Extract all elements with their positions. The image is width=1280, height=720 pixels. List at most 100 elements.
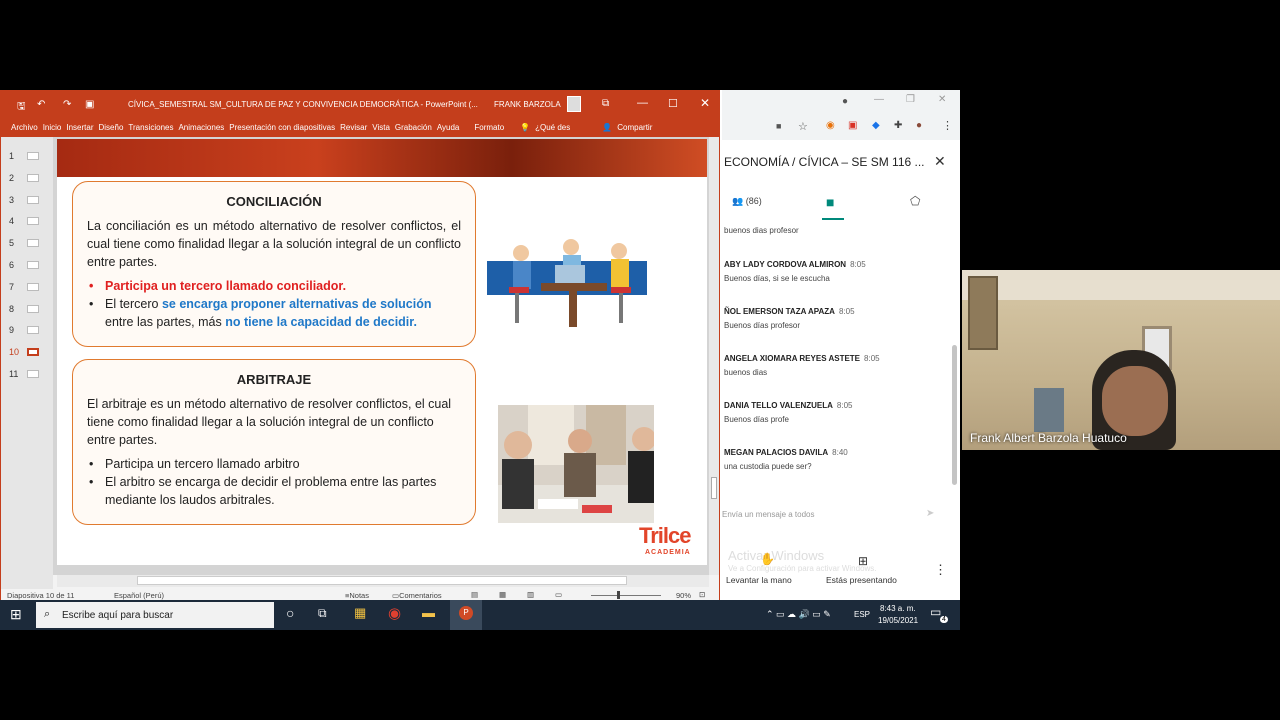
taskbar-search[interactable]: ⌕ Escribe aquí para buscar bbox=[36, 602, 274, 628]
slide-thumbnail[interactable] bbox=[27, 326, 39, 335]
sender-name: ABY LADY CORDOVA ALMIRON bbox=[724, 260, 847, 269]
tab-archivo[interactable]: Archivo bbox=[11, 123, 38, 132]
close-panel-icon[interactable]: ✕ bbox=[934, 153, 946, 170]
language-indicator[interactable]: ESP bbox=[854, 610, 870, 619]
chat-scrollbar[interactable] bbox=[952, 345, 957, 485]
slideshow-icon[interactable]: ▭ bbox=[555, 590, 562, 599]
windows-taskbar: ⊞ ⌕ Escribe aquí para buscar ○ ⧉ ▦ ◉ ▬ P… bbox=[0, 600, 960, 630]
close-icon[interactable]: ✕ bbox=[938, 94, 946, 105]
slide-canvas[interactable]: CONCILIACIÓN La conciliación es un métod… bbox=[57, 139, 707, 565]
profile-icon[interactable]: ● bbox=[842, 96, 848, 107]
powerpoint-window: 🖫 ↶ ↷ ▣ CÍVICA_SEMESTRAL SM_CULTURA DE P… bbox=[0, 90, 720, 603]
tab-formato[interactable]: Formato bbox=[474, 123, 504, 132]
undo-icon[interactable]: ↶ bbox=[37, 99, 45, 110]
hand-icon[interactable]: ✋ bbox=[760, 552, 775, 566]
close-button[interactable]: ✕ bbox=[700, 96, 710, 110]
file-explorer-icon[interactable]: ▬ bbox=[422, 605, 435, 620]
tab-presentacion[interactable]: Presentación con diapositivas bbox=[229, 123, 335, 132]
zoom-slider-thumb[interactable] bbox=[617, 591, 620, 599]
slide-thumbnail[interactable] bbox=[27, 173, 39, 182]
windows-start-icon[interactable]: ⊞ bbox=[10, 606, 22, 623]
slide-thumbnail[interactable] bbox=[27, 282, 39, 291]
tell-me-input[interactable]: ¿Qué des bbox=[535, 123, 570, 132]
slide-thumbnail[interactable] bbox=[27, 261, 39, 269]
slide-thumbnail[interactable] bbox=[27, 239, 39, 248]
scroll-thumb[interactable] bbox=[711, 477, 717, 499]
clock-time[interactable]: 8:43 a. m. bbox=[880, 604, 916, 613]
account-avatar[interactable] bbox=[567, 96, 581, 112]
menu-icon[interactable]: ⋮ bbox=[942, 119, 953, 132]
reading-view-icon[interactable]: ▥ bbox=[527, 590, 534, 599]
slide-editor: CONCILIACIÓN La conciliación es un métod… bbox=[53, 137, 709, 575]
tab-diseno[interactable]: Diseño bbox=[99, 123, 124, 132]
slide-thumbnail[interactable] bbox=[27, 370, 39, 378]
message-time: 8:05 bbox=[864, 354, 880, 363]
raise-hand-button[interactable]: Levantar la mano bbox=[726, 575, 792, 585]
extension-icon[interactable]: ◉ bbox=[826, 120, 835, 131]
more-options-icon[interactable]: ⋮ bbox=[934, 562, 947, 578]
send-icon[interactable]: ➤ bbox=[926, 508, 934, 519]
tab-grabacion[interactable]: Grabación bbox=[395, 123, 432, 132]
chat-input[interactable]: Envía un mensaje a todos bbox=[722, 510, 815, 519]
tab-insertar[interactable]: Insertar bbox=[66, 123, 93, 132]
ceiling bbox=[962, 270, 1280, 300]
conciliation-illustration bbox=[487, 239, 647, 327]
vertical-scrollbar[interactable] bbox=[709, 137, 719, 575]
ribbon-display-icon[interactable]: ⧉ bbox=[602, 98, 609, 109]
wall-ornament bbox=[1034, 388, 1064, 432]
extension-icon[interactable]: ▣ bbox=[848, 120, 857, 131]
presenting-button[interactable]: Estás presentando bbox=[826, 575, 897, 585]
camera-ext-icon[interactable]: ■ bbox=[776, 121, 781, 131]
chrome-icon[interactable]: ◉ bbox=[388, 604, 401, 622]
task-view-icon[interactable]: ⧉ bbox=[318, 606, 327, 621]
share-button[interactable]: Compartir bbox=[617, 123, 652, 132]
slide-thumbnail[interactable] bbox=[27, 304, 39, 313]
thumbnail-number: 8 bbox=[9, 303, 15, 314]
notes-button[interactable]: ≡ Notas bbox=[345, 591, 369, 600]
star-icon[interactable]: ☆ bbox=[798, 120, 808, 133]
activities-icon[interactable]: ⬠ bbox=[910, 194, 920, 208]
maximize-button[interactable]: ☐ bbox=[668, 97, 678, 110]
system-tray-icons[interactable]: ⌃ ▭ ☁ 🔊 ▭ ✎ bbox=[766, 609, 831, 620]
tab-transiciones[interactable]: Transiciones bbox=[128, 123, 173, 132]
horizontal-scrollbar[interactable] bbox=[57, 575, 709, 587]
desktop-screen: 🖫 ↶ ↷ ▣ CÍVICA_SEMESTRAL SM_CULTURA DE P… bbox=[0, 90, 960, 630]
hscroll-thumb[interactable] bbox=[137, 576, 627, 585]
participants-tab[interactable]: 👥 (86) bbox=[732, 196, 762, 207]
redo-icon[interactable]: ↷ bbox=[63, 99, 71, 110]
tab-revisar[interactable]: Revisar bbox=[340, 123, 367, 132]
avatar[interactable]: ● bbox=[916, 120, 922, 131]
extension-icon[interactable]: ◆ bbox=[872, 120, 880, 131]
minimize-button[interactable]: — bbox=[637, 97, 648, 109]
comments-button[interactable]: ▭ Comentarios bbox=[392, 591, 442, 600]
zoom-level[interactable]: 90% bbox=[676, 591, 691, 600]
slide-thumbnail[interactable] bbox=[27, 152, 39, 160]
store-icon[interactable]: ▦ bbox=[354, 605, 366, 621]
slide-banner bbox=[57, 139, 707, 177]
puzzle-icon[interactable]: ✚ bbox=[894, 120, 902, 131]
slide-thumbnail[interactable] bbox=[27, 217, 39, 226]
chat-tab-icon[interactable]: ■ bbox=[826, 194, 834, 210]
powerpoint-taskbar-button[interactable]: P bbox=[450, 600, 482, 630]
sender-name: ÑOL EMERSON TAZA APAZA bbox=[724, 307, 835, 316]
slide-thumbnail[interactable] bbox=[27, 348, 39, 357]
present-icon[interactable]: ▣ bbox=[85, 99, 94, 110]
tab-vista[interactable]: Vista bbox=[372, 123, 390, 132]
zoom-slider[interactable] bbox=[591, 595, 661, 596]
minimize-icon[interactable]: — bbox=[874, 94, 884, 105]
save-icon[interactable]: 🖫 bbox=[17, 99, 26, 116]
present-screen-icon[interactable]: ⊞ bbox=[858, 554, 868, 568]
cortana-icon[interactable]: ○ bbox=[286, 605, 294, 621]
normal-view-icon[interactable]: ▤ bbox=[471, 590, 478, 599]
clock-date[interactable]: 19/05/2021 bbox=[878, 616, 918, 625]
sorter-view-icon[interactable]: ▦ bbox=[499, 590, 506, 599]
tab-ayuda[interactable]: Ayuda bbox=[437, 123, 460, 132]
tab-animaciones[interactable]: Animaciones bbox=[178, 123, 224, 132]
account-name[interactable]: FRANK BARZOLA bbox=[494, 100, 561, 109]
message-time: 8:40 bbox=[832, 448, 848, 457]
fit-slide-icon[interactable]: ⊡ bbox=[699, 590, 705, 599]
slide-thumbnail[interactable] bbox=[27, 195, 39, 204]
tab-inicio[interactable]: Inicio bbox=[43, 123, 62, 132]
restore-icon[interactable]: ❐ bbox=[906, 94, 915, 105]
language-status[interactable]: Español (Perú) bbox=[114, 591, 164, 600]
